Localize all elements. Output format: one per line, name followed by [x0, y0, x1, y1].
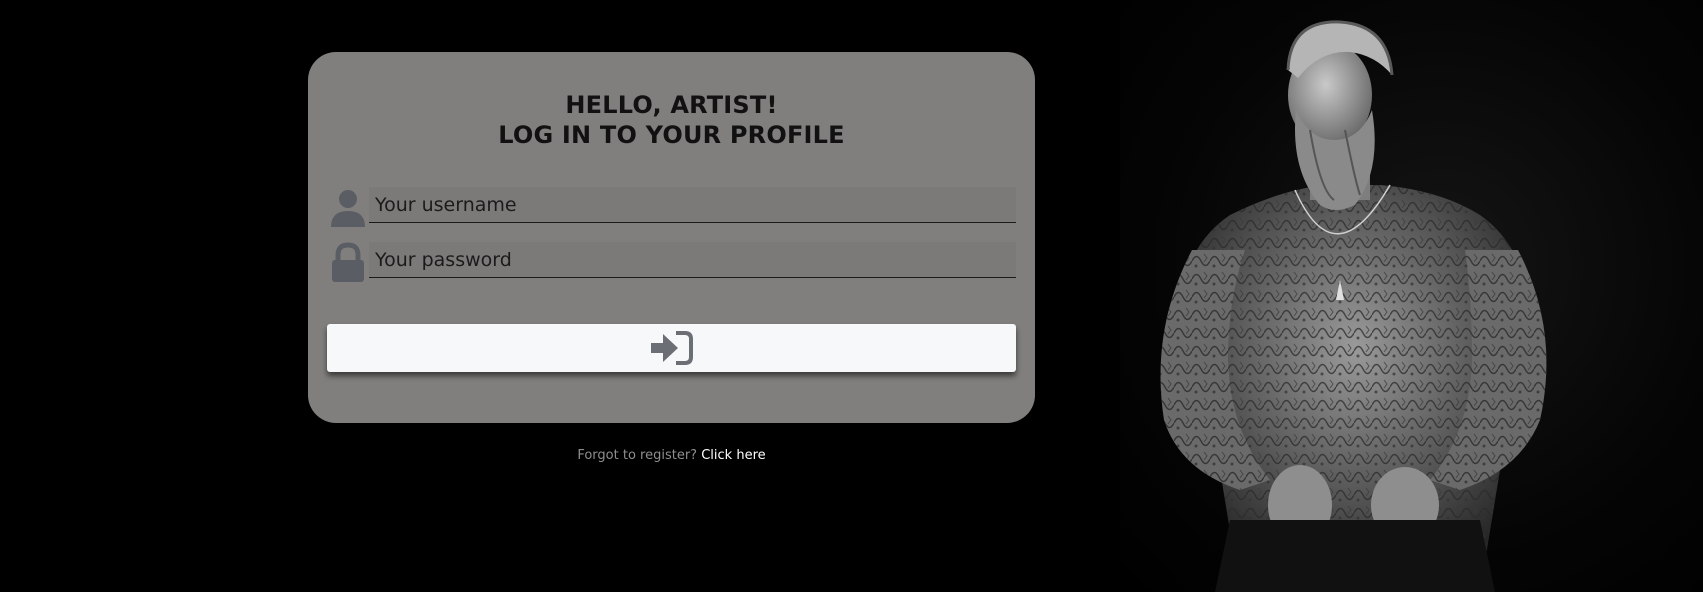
password-input-box [369, 242, 1016, 278]
register-link[interactable]: Click here [701, 448, 765, 463]
login-page: HELLO, ARTIST! LOG IN TO YOUR PROFILE Yo… [0, 0, 1703, 592]
heading-line-2: LOG IN TO YOUR PROFILE [498, 121, 845, 149]
forgot-text: Forgot to register? [577, 448, 698, 463]
heading-line-1: HELLO, ARTIST! [565, 91, 778, 119]
login-heading: HELLO, ARTIST! LOG IN TO YOUR PROFILE [308, 90, 1035, 150]
user-icon [331, 190, 365, 227]
tattooed-man-portrait-image [1160, 20, 1547, 592]
username-field-group [327, 187, 1016, 227]
lock-icon [332, 242, 364, 282]
username-input[interactable] [375, 191, 1005, 219]
password-field-group [327, 242, 1016, 282]
login-card: HELLO, ARTIST! LOG IN TO YOUR PROFILE [308, 52, 1035, 423]
login-button[interactable] [327, 324, 1016, 372]
username-input-box [369, 187, 1016, 223]
password-input[interactable] [375, 246, 1005, 274]
hero-photo [1120, 0, 1703, 592]
sign-in-icon [651, 331, 693, 365]
